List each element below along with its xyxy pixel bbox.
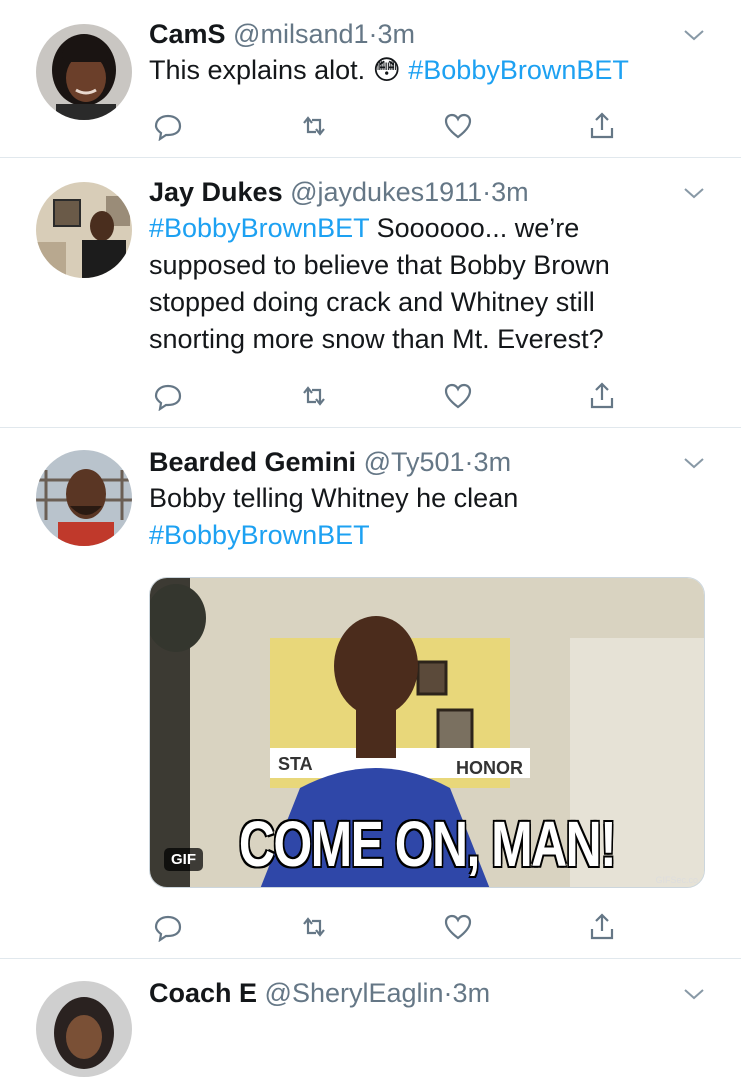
share-icon	[590, 382, 614, 409]
retweet-icon	[303, 386, 325, 406]
display-name[interactable]: Jay Dukes	[149, 177, 283, 207]
retweet-icon	[303, 116, 325, 136]
chevron-down-icon[interactable]	[683, 186, 705, 200]
chevron-down-icon[interactable]	[683, 28, 705, 42]
tweet-bearded-gemini[interactable]: Bearded Gemini @Ty501·3m Bobby telling W…	[0, 428, 741, 959]
text-line: stopped doing crack and Whitney still	[149, 287, 595, 317]
retweet-button[interactable]	[299, 381, 329, 411]
retweet-button[interactable]	[299, 912, 329, 942]
sign-text-right: HONOR	[456, 758, 523, 778]
like-button[interactable]	[443, 381, 473, 411]
heart-icon	[444, 113, 472, 139]
timestamp[interactable]: 3m	[453, 978, 491, 1008]
reply-icon	[154, 384, 182, 411]
user-handle[interactable]: @jaydukes1911	[290, 177, 482, 207]
reply-button[interactable]	[153, 912, 183, 942]
reply-button[interactable]	[153, 111, 183, 141]
avatar[interactable]	[36, 450, 132, 546]
share-icon	[590, 112, 614, 139]
separator-dot: ·	[443, 978, 453, 1008]
tweet-header: Coach E @SherylEaglin·3m	[149, 975, 705, 1011]
gif-media[interactable]: STA HONOR COME ON, MAN! GIF GIFSec.co	[149, 577, 705, 888]
display-name[interactable]: Coach E	[149, 978, 257, 1008]
display-name[interactable]: Bearded Gemini	[149, 447, 356, 477]
tweet-text: This explains alot. 😳 #BobbyBrownBET	[149, 52, 705, 89]
avatar[interactable]	[36, 182, 132, 278]
gif-watermark: GIFSec.co	[655, 875, 698, 885]
reply-icon	[154, 915, 182, 942]
heart-icon	[444, 914, 472, 940]
tweet-text: Bobby telling Whitney he clean #BobbyBro…	[149, 480, 705, 554]
retweet-button[interactable]	[299, 111, 329, 141]
reply-icon	[154, 114, 182, 141]
timestamp[interactable]: 3m	[474, 447, 512, 477]
tweet-header: CamS @milsand1·3m	[149, 16, 705, 52]
hashtag-link[interactable]: #BobbyBrownBET	[149, 213, 369, 243]
like-button[interactable]	[443, 912, 473, 942]
text-segment: This explains alot. 😳	[149, 55, 409, 85]
tweet-text: #BobbyBrownBET Soooooo... we’re supposed…	[149, 210, 705, 358]
tweet-jay-dukes[interactable]: Jay Dukes @jaydukes1911·3m #BobbyBrownBE…	[0, 158, 741, 428]
gif-badge: GIF	[164, 848, 203, 871]
tweet-coach-e[interactable]: Coach E @SherylEaglin·3m	[0, 959, 741, 1077]
heart-icon	[444, 383, 472, 409]
display-name[interactable]: CamS	[149, 19, 226, 49]
user-handle[interactable]: @SherylEaglin	[265, 978, 444, 1008]
reply-button[interactable]	[153, 381, 183, 411]
user-handle[interactable]: @milsand1	[233, 19, 368, 49]
separator-dot: ·	[482, 177, 492, 207]
share-button[interactable]	[587, 381, 617, 411]
text-segment: Soooooo... we’re	[369, 213, 580, 243]
tweet-header: Bearded Gemini @Ty501·3m	[149, 444, 705, 480]
like-button[interactable]	[443, 111, 473, 141]
user-handle[interactable]: @Ty501	[364, 447, 465, 477]
chevron-down-icon[interactable]	[683, 987, 705, 1001]
chevron-down-icon[interactable]	[683, 456, 705, 470]
separator-dot: ·	[368, 19, 378, 49]
hashtag-link[interactable]: #BobbyBrownBET	[408, 55, 629, 85]
text-line: supposed to believe that Bobby Brown	[149, 250, 610, 280]
timestamp[interactable]: 3m	[491, 177, 529, 207]
avatar[interactable]	[36, 981, 132, 1077]
tweet-cams[interactable]: CamS @milsand1·3m This explains alot. 😳 …	[0, 0, 741, 158]
separator-dot: ·	[464, 447, 474, 477]
share-icon	[590, 913, 614, 940]
share-button[interactable]	[587, 912, 617, 942]
sign-text-left: STA	[278, 754, 313, 774]
text-line: snorting more snow than Mt. Everest?	[149, 324, 604, 354]
retweet-icon	[303, 917, 325, 937]
text-line: Bobby telling Whitney he clean	[149, 483, 519, 513]
tweet-header: Jay Dukes @jaydukes1911·3m	[149, 174, 705, 210]
avatar[interactable]	[36, 24, 132, 120]
gif-caption: COME ON, MAN!	[238, 808, 617, 880]
hashtag-link[interactable]: #BobbyBrownBET	[149, 520, 370, 550]
share-button[interactable]	[587, 111, 617, 141]
timestamp[interactable]: 3m	[378, 19, 416, 49]
